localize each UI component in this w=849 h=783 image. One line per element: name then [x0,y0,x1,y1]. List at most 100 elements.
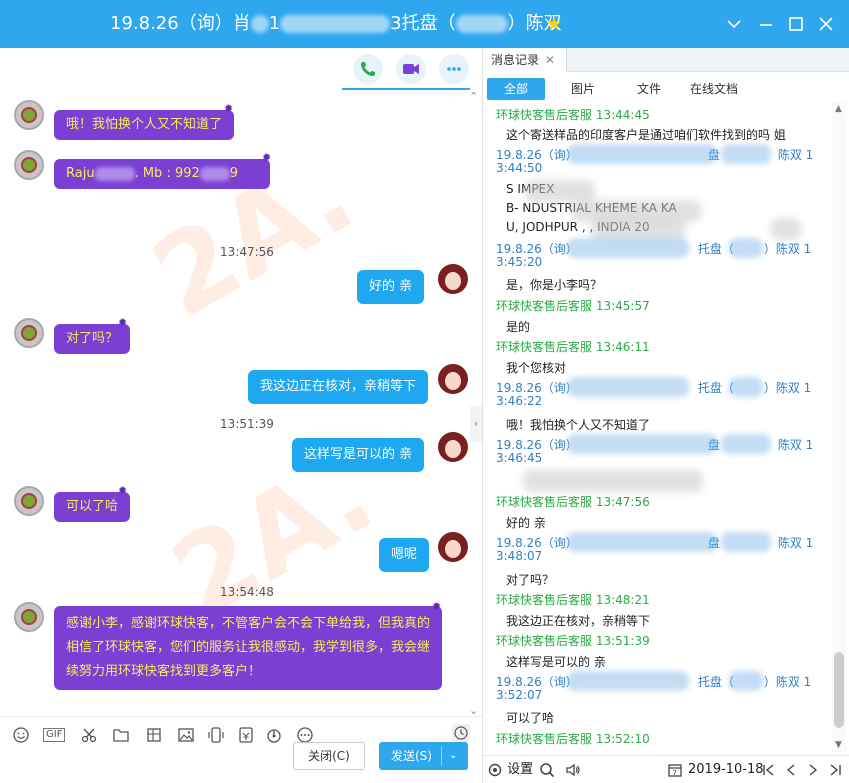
close-tab-icon[interactable]: ✕ [545,48,555,72]
calendar-icon[interactable]: 7 [667,760,683,780]
filter-tab-images[interactable]: 图片 [563,78,603,100]
redacted-blur [729,671,763,691]
gear-icon [488,763,502,776]
next-page-icon[interactable] [805,760,821,780]
folder-icon[interactable] [112,726,130,744]
red-packet-icon[interactable] [237,726,255,744]
history-pane: 消息记录 ✕ 全部 图片 文件 在线文档 环球快客售后客服 13:44:45 这… [483,48,849,783]
avatar[interactable] [438,532,468,562]
message-bubble-left: 感谢小李，感谢环球快客，不管客户会不会下单给我，但我真的相信了环球快客，您们的服… [54,606,442,690]
scroll-up-icon[interactable]: ▲ [835,104,842,114]
history-message: 可以了哈 [506,711,555,725]
settings-label: 设置 [507,762,534,777]
redacted-blur [567,434,717,454]
shake-window-icon[interactable] [207,726,225,744]
tab-label: 消息记录 [491,53,540,67]
phone-icon [361,62,375,76]
bubble-decoration: ✹ [262,151,272,164]
message-timestamp: 13:47:56 [220,245,274,259]
history-sender-agent: 环球快客售后客服 13:47:56 [496,495,650,509]
minimize-icon[interactable] [754,12,778,36]
title-bar: 19.8.26（询）肖 1 3托盘（ ）陈双 ★ [0,0,849,48]
last-page-icon[interactable] [827,760,843,780]
send-button[interactable]: 发送(S) ⌄ [379,742,468,770]
first-page-icon[interactable] [761,760,777,780]
scrollbar-thumb[interactable] [834,652,844,728]
history-message: 是，你是小李吗？ [506,278,603,292]
tab-message-history[interactable]: 消息记录 ✕ [483,48,567,72]
avatar[interactable] [438,364,468,394]
video-call-button[interactable] [396,54,426,84]
avatar[interactable] [14,100,44,130]
history-sender-agent: 环球快客售后客服 13:46:11 [496,340,650,354]
redacted-blur [729,238,763,258]
avatar[interactable] [438,432,468,462]
image-edit-icon[interactable] [145,726,163,744]
redacted-blur [567,671,689,691]
maximize-icon[interactable] [784,12,808,36]
title-text-mid: 1 [268,13,281,34]
prev-page-icon[interactable] [783,760,799,780]
scroll-down-icon[interactable]: ⌄ [469,704,478,716]
scroll-up-icon[interactable]: ⌃ [469,92,478,103]
history-sender-agent: 环球快客售后客服 13:51:39 [496,634,650,648]
bubble-decoration: ✹ [118,484,128,497]
more-dots-icon [447,67,461,71]
history-message: 好的 亲 [506,516,546,530]
message-bubble-right: 我这边正在核对，亲稍等下 [248,370,429,404]
history-message: 这个寄送样品的印度客户是通过咱们软件找到的吗 姐 [506,128,786,142]
toolbar-underline [342,88,470,90]
clock-icon[interactable] [452,724,470,742]
more-button[interactable] [439,54,469,84]
image-icon[interactable] [177,726,195,744]
close-button[interactable]: 关闭(C) [293,742,365,770]
phone-call-button[interactable] [353,54,383,84]
redacted-blur [567,532,717,552]
title-text-suffix: 3托盘（ [390,13,456,34]
avatar[interactable] [14,486,44,516]
filter-tab-files[interactable]: 文件 [629,78,669,100]
emoji-icon[interactable] [12,726,30,744]
chevron-down-icon[interactable]: ⌄ [449,742,457,770]
chat-pane: 2A. 2A. ⌃ 哦！我怕换个人又不知道了 ✹ Raju. Mb : 992 9… [0,48,483,783]
redacted-blur [591,218,686,240]
scissors-icon[interactable] [80,726,98,744]
filter-tab-online-docs[interactable]: 在线文档 [681,78,747,100]
redacted-blur [729,377,763,397]
history-sender-agent: 环球快客售后客服 13:52:10 [496,732,650,746]
history-date[interactable]: 2019-10-18 [688,760,764,780]
search-icon[interactable] [539,760,555,780]
avatar[interactable] [14,602,44,632]
history-sender-agent: 环球快客售后客服 13:48:21 [496,593,650,607]
music-icon[interactable] [265,726,283,744]
scroll-down-icon[interactable]: ▼ [835,740,842,750]
history-sender-agent: 环球快客售后客服 13:45:57 [496,299,650,313]
message-bubble-left: Raju. Mb : 992 9 [54,159,270,189]
history-sender-customer-time: 3:46:45 [496,451,543,465]
message-list[interactable]: 2A. 2A. ⌃ 哦！我怕换个人又不知道了 ✹ Raju. Mb : 992 9… [0,92,482,716]
history-scrollbar[interactable]: ▲ ▼ [832,102,846,752]
bubble-decoration: ✹ [432,600,442,613]
close-icon[interactable] [814,12,838,36]
avatar[interactable] [14,150,44,180]
history-message: 我个您核对 [506,361,567,375]
speaker-icon[interactable] [565,760,581,780]
avatar[interactable] [14,318,44,348]
avatar[interactable] [438,264,468,294]
chat-window: 19.8.26（询）肖 1 3托盘（ ）陈双 ★ 2A. 2A. ⌃ 哦！我怕换… [0,0,849,783]
filter-tab-all[interactable]: 全部 [487,78,545,100]
history-list[interactable]: 环球快客售后客服 13:44:45 这个寄送样品的印度客户是通过咱们软件找到的吗… [483,104,833,754]
history-message: 哦！我怕换个人又不知道了 [506,418,651,432]
redacted-blur [280,15,391,33]
message-timestamp: 13:54:48 [220,585,274,599]
chevron-down-icon[interactable] [722,12,746,36]
redacted-blur [250,15,269,33]
collapse-panel-arrow[interactable]: › [470,406,482,442]
history-message: 我这边正在核对，亲稍等下 [506,614,651,628]
message-bubble-right: 这样写是可以的 亲 [292,438,425,472]
gif-icon[interactable]: GIF [43,728,66,742]
star-icon[interactable]: ★ [546,14,562,35]
settings-button[interactable]: 设置 [487,760,533,780]
message-timestamp: 13:51:39 [220,417,274,431]
message-bubble-left: 哦！我怕换个人又不知道了 [54,110,235,140]
